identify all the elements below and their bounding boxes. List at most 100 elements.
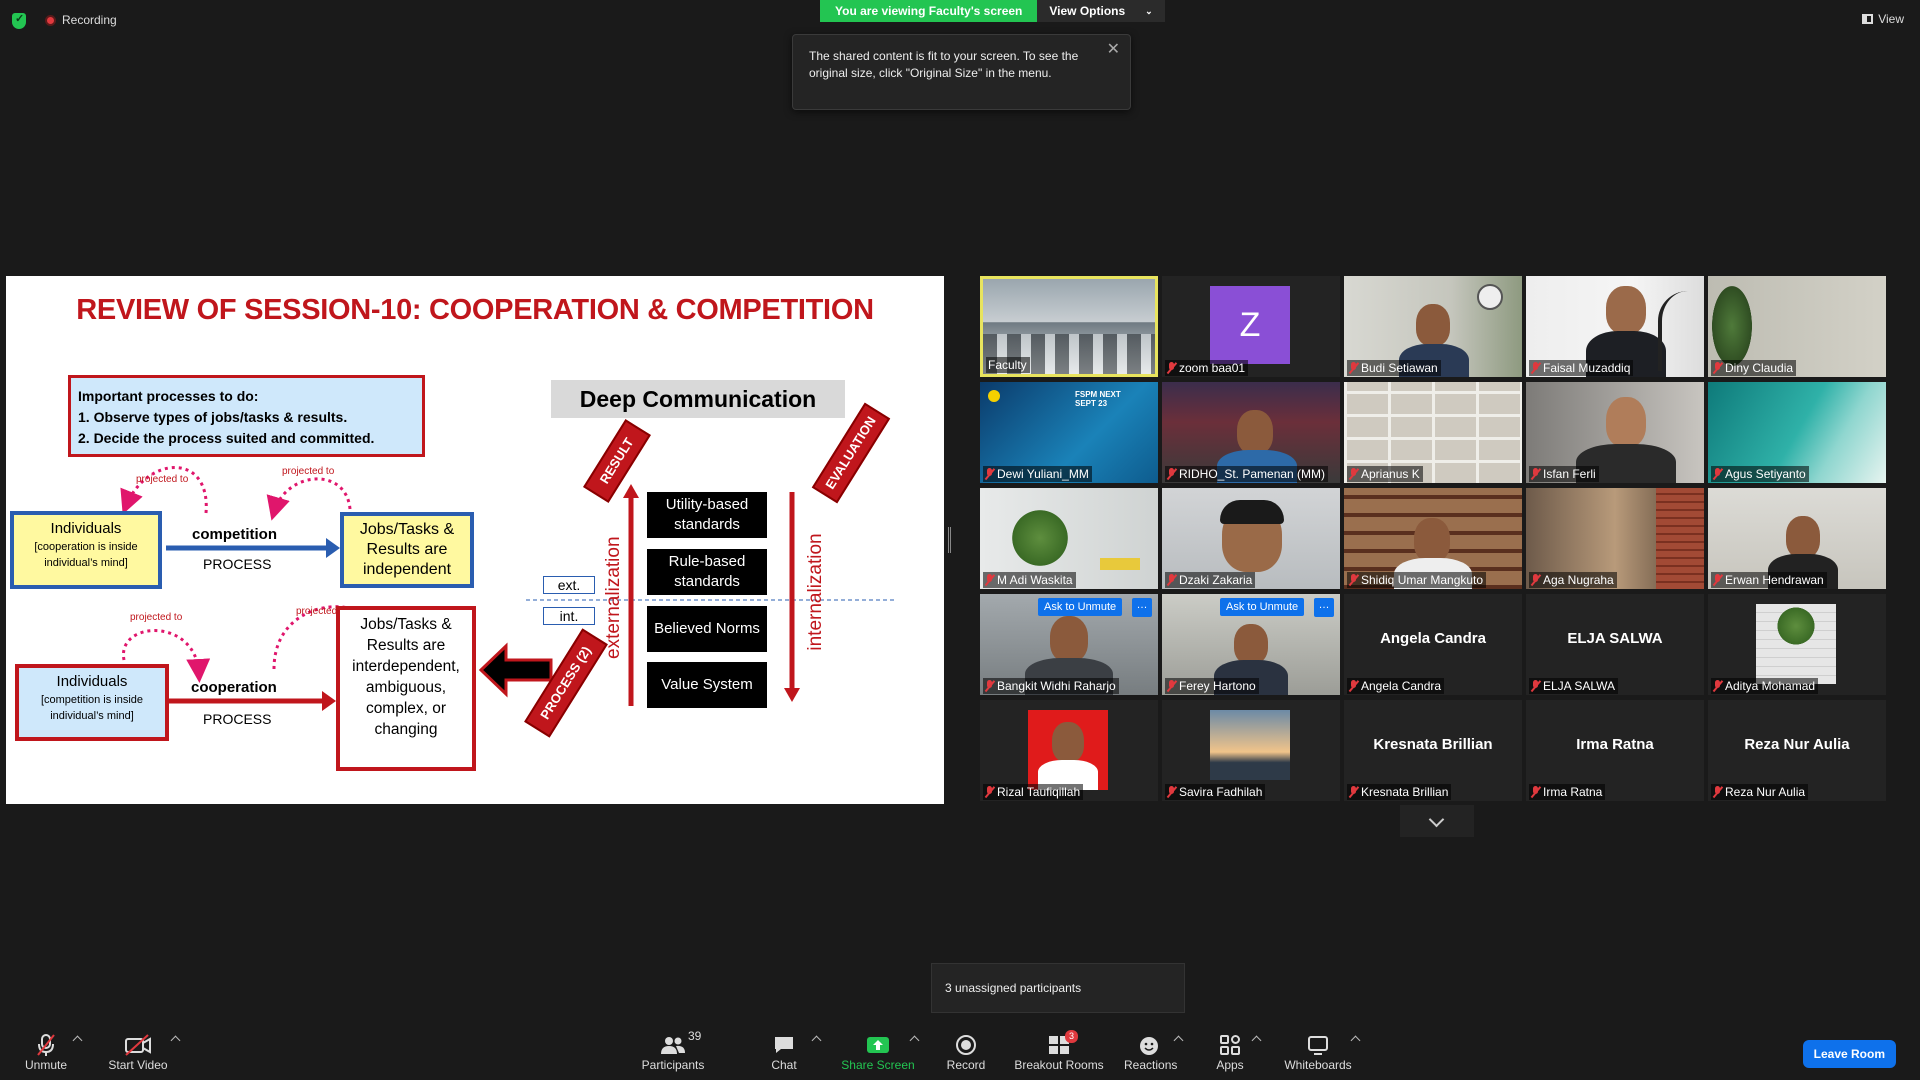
participant-tile[interactable]: Rizal Taufiqillah	[980, 700, 1158, 801]
participant-tile[interactable]: M Adi Waskita	[980, 488, 1158, 589]
participants-button[interactable]: 39 Participants	[640, 1029, 706, 1072]
participant-tile[interactable]: RIDHO_St. Pamenan (MM)	[1162, 382, 1340, 483]
whiteboards-button[interactable]: Whiteboards	[1282, 1032, 1354, 1072]
unmute-button[interactable]: Unmute	[22, 1032, 70, 1072]
participant-name-label: Rizal Taufiqillah	[983, 784, 1084, 800]
ext-label: ext.	[543, 576, 595, 594]
participant-tile[interactable]: Isfan Ferli	[1526, 382, 1704, 483]
mic-muted-icon	[1167, 362, 1176, 374]
record-icon	[944, 1032, 988, 1058]
participant-tile[interactable]: Z zoom baa01	[1162, 276, 1340, 377]
apps-button[interactable]: Apps	[1210, 1032, 1250, 1072]
unassigned-participants-notice[interactable]: 3 unassigned participants	[931, 963, 1185, 1013]
competition-inside-label: [competition is inside individual’s mind…	[40, 694, 144, 722]
layout-icon	[1862, 14, 1874, 24]
participant-tile[interactable]: Ask to Unmute … Bangkit Widhi Raharjo	[980, 594, 1158, 695]
participant-tile[interactable]: Budi Setiawan	[1344, 276, 1522, 377]
participant-tile[interactable]: Erwan Hendrawan	[1708, 488, 1886, 589]
reactions-icon	[1124, 1032, 1176, 1058]
participant-tile[interactable]: Dzaki Zakaria	[1162, 488, 1340, 589]
view-button[interactable]: View	[1862, 12, 1904, 26]
close-icon[interactable]: ✕	[1107, 41, 1120, 58]
mic-muted-icon	[1713, 786, 1722, 798]
recording-label: Recording	[62, 13, 117, 27]
projected-label: projected to	[136, 474, 189, 485]
participant-tile[interactable]: ELJA SALWA ELJA SALWA	[1526, 594, 1704, 695]
utility-standards-box: Utility-based standards	[647, 492, 767, 538]
individuals-label: Individuals	[56, 673, 128, 690]
participant-tile[interactable]: Kresnata Brillian Kresnata Brillian	[1344, 700, 1522, 801]
video-options-caret-icon[interactable]	[170, 1035, 181, 1046]
overlay-text: FSPM NEXT SEPT 23	[1075, 390, 1121, 408]
chevron-down-icon: ⌄	[1145, 5, 1153, 16]
participant-tile-faculty[interactable]: Faculty	[980, 276, 1158, 377]
participant-display-name: Angela Candra	[1380, 630, 1486, 647]
mic-muted-icon	[1349, 362, 1358, 374]
gallery-next-page-button[interactable]	[1400, 805, 1474, 837]
participant-tile[interactable]: Aga Nugraha	[1526, 488, 1704, 589]
participant-tile[interactable]: Diny Claudia	[1708, 276, 1886, 377]
unmute-label: Unmute	[24, 1058, 68, 1072]
int-label: int.	[543, 607, 595, 625]
start-video-button[interactable]: Start Video	[106, 1032, 170, 1072]
record-label: Record	[946, 1058, 986, 1072]
participant-tile[interactable]: Aditya Mohamad	[1708, 594, 1886, 695]
participant-tile[interactable]: Shidiq Umar Mangkuto	[1344, 488, 1522, 589]
start-video-label: Start Video	[108, 1058, 168, 1072]
participant-name-label: Dzaki Zakaria	[1165, 572, 1256, 588]
participant-tile[interactable]: Savira Fadhilah	[1162, 700, 1340, 801]
share-screen-button[interactable]: Share Screen	[840, 1032, 916, 1072]
viewing-banner: You are viewing Faculty's screen View Op…	[820, 0, 1165, 22]
participant-name-label: Shidiq Umar Mangkuto	[1347, 572, 1487, 588]
participant-name-label: Savira Fadhilah	[1165, 784, 1266, 800]
shared-screen-slide: REVIEW OF SESSION-10: COOPERATION & COMP…	[6, 276, 944, 804]
participant-name-label: Bangkit Widhi Raharjo	[983, 678, 1119, 694]
more-options-icon[interactable]: …	[1314, 598, 1334, 617]
mic-muted-icon	[1531, 468, 1540, 480]
mic-muted-icon	[985, 680, 994, 692]
participant-name-label: zoom baa01	[1165, 360, 1249, 376]
participant-tile[interactable]: Faisal Muzaddiq	[1526, 276, 1704, 377]
participant-tile[interactable]: Irma Ratna Irma Ratna	[1526, 700, 1704, 801]
ask-to-unmute-button[interactable]: Ask to Unmute	[1220, 598, 1305, 616]
reactions-button[interactable]: Reactions	[1124, 1032, 1177, 1072]
participants-label: Participants	[641, 1058, 705, 1072]
view-options-button[interactable]: View Options ⌄	[1037, 0, 1165, 22]
participant-tile[interactable]: Agus Setiyanto	[1708, 382, 1886, 483]
recording-indicator[interactable]: Recording	[45, 13, 117, 27]
top-bar: Recording You are viewing Faculty's scre…	[0, 0, 1920, 38]
participant-tile[interactable]: Ask to Unmute … Ferey Hartono	[1162, 594, 1340, 695]
participant-tile[interactable]: Angela Candra Angela Candra	[1344, 594, 1522, 695]
mic-muted-icon	[985, 574, 994, 586]
mic-muted-icon	[22, 1032, 70, 1058]
breakout-rooms-button[interactable]: 3 Breakout Rooms	[1012, 1030, 1106, 1072]
participant-tile[interactable]: Reza Nur Aulia Reza Nur Aulia	[1708, 700, 1886, 801]
participant-tile[interactable]: FSPM NEXT SEPT 23 Dewi Yuliani_MM	[980, 382, 1158, 483]
process-label: PROCESS	[203, 556, 272, 572]
ask-to-unmute-button[interactable]: Ask to Unmute	[1038, 598, 1123, 616]
apps-options-caret-icon[interactable]	[1251, 1035, 1262, 1046]
record-button[interactable]: Record	[944, 1032, 988, 1072]
apps-icon	[1210, 1032, 1250, 1058]
mic-muted-icon	[1167, 574, 1176, 586]
audio-options-caret-icon[interactable]	[72, 1035, 83, 1046]
chat-button[interactable]: Chat	[764, 1032, 804, 1072]
participant-name-label: Faculty	[986, 357, 1030, 373]
cooperation-inside-label: [cooperation is inside individual’s mind…	[34, 541, 138, 569]
mic-muted-icon	[985, 468, 994, 480]
participant-tile[interactable]: Aprianus K	[1344, 382, 1522, 483]
chat-icon	[764, 1032, 804, 1058]
security-shield-icon[interactable]	[12, 12, 26, 29]
mic-muted-icon	[1349, 786, 1358, 798]
video-off-icon	[106, 1032, 170, 1058]
whiteboard-icon	[1282, 1032, 1354, 1058]
chat-options-caret-icon[interactable]	[811, 1035, 822, 1046]
mic-muted-icon	[1349, 468, 1358, 480]
rule-standards-box: Rule-based standards	[647, 549, 767, 595]
participant-name-label: M Adi Waskita	[983, 572, 1076, 588]
splitter-handle[interactable]	[948, 527, 951, 553]
more-options-icon[interactable]: …	[1132, 598, 1152, 617]
leave-room-button[interactable]: Leave Room	[1802, 1040, 1896, 1068]
participant-name-label: Budi Setiawan	[1347, 360, 1441, 376]
individuals-cooperation-box: Individuals [cooperation is inside indiv…	[10, 511, 162, 589]
